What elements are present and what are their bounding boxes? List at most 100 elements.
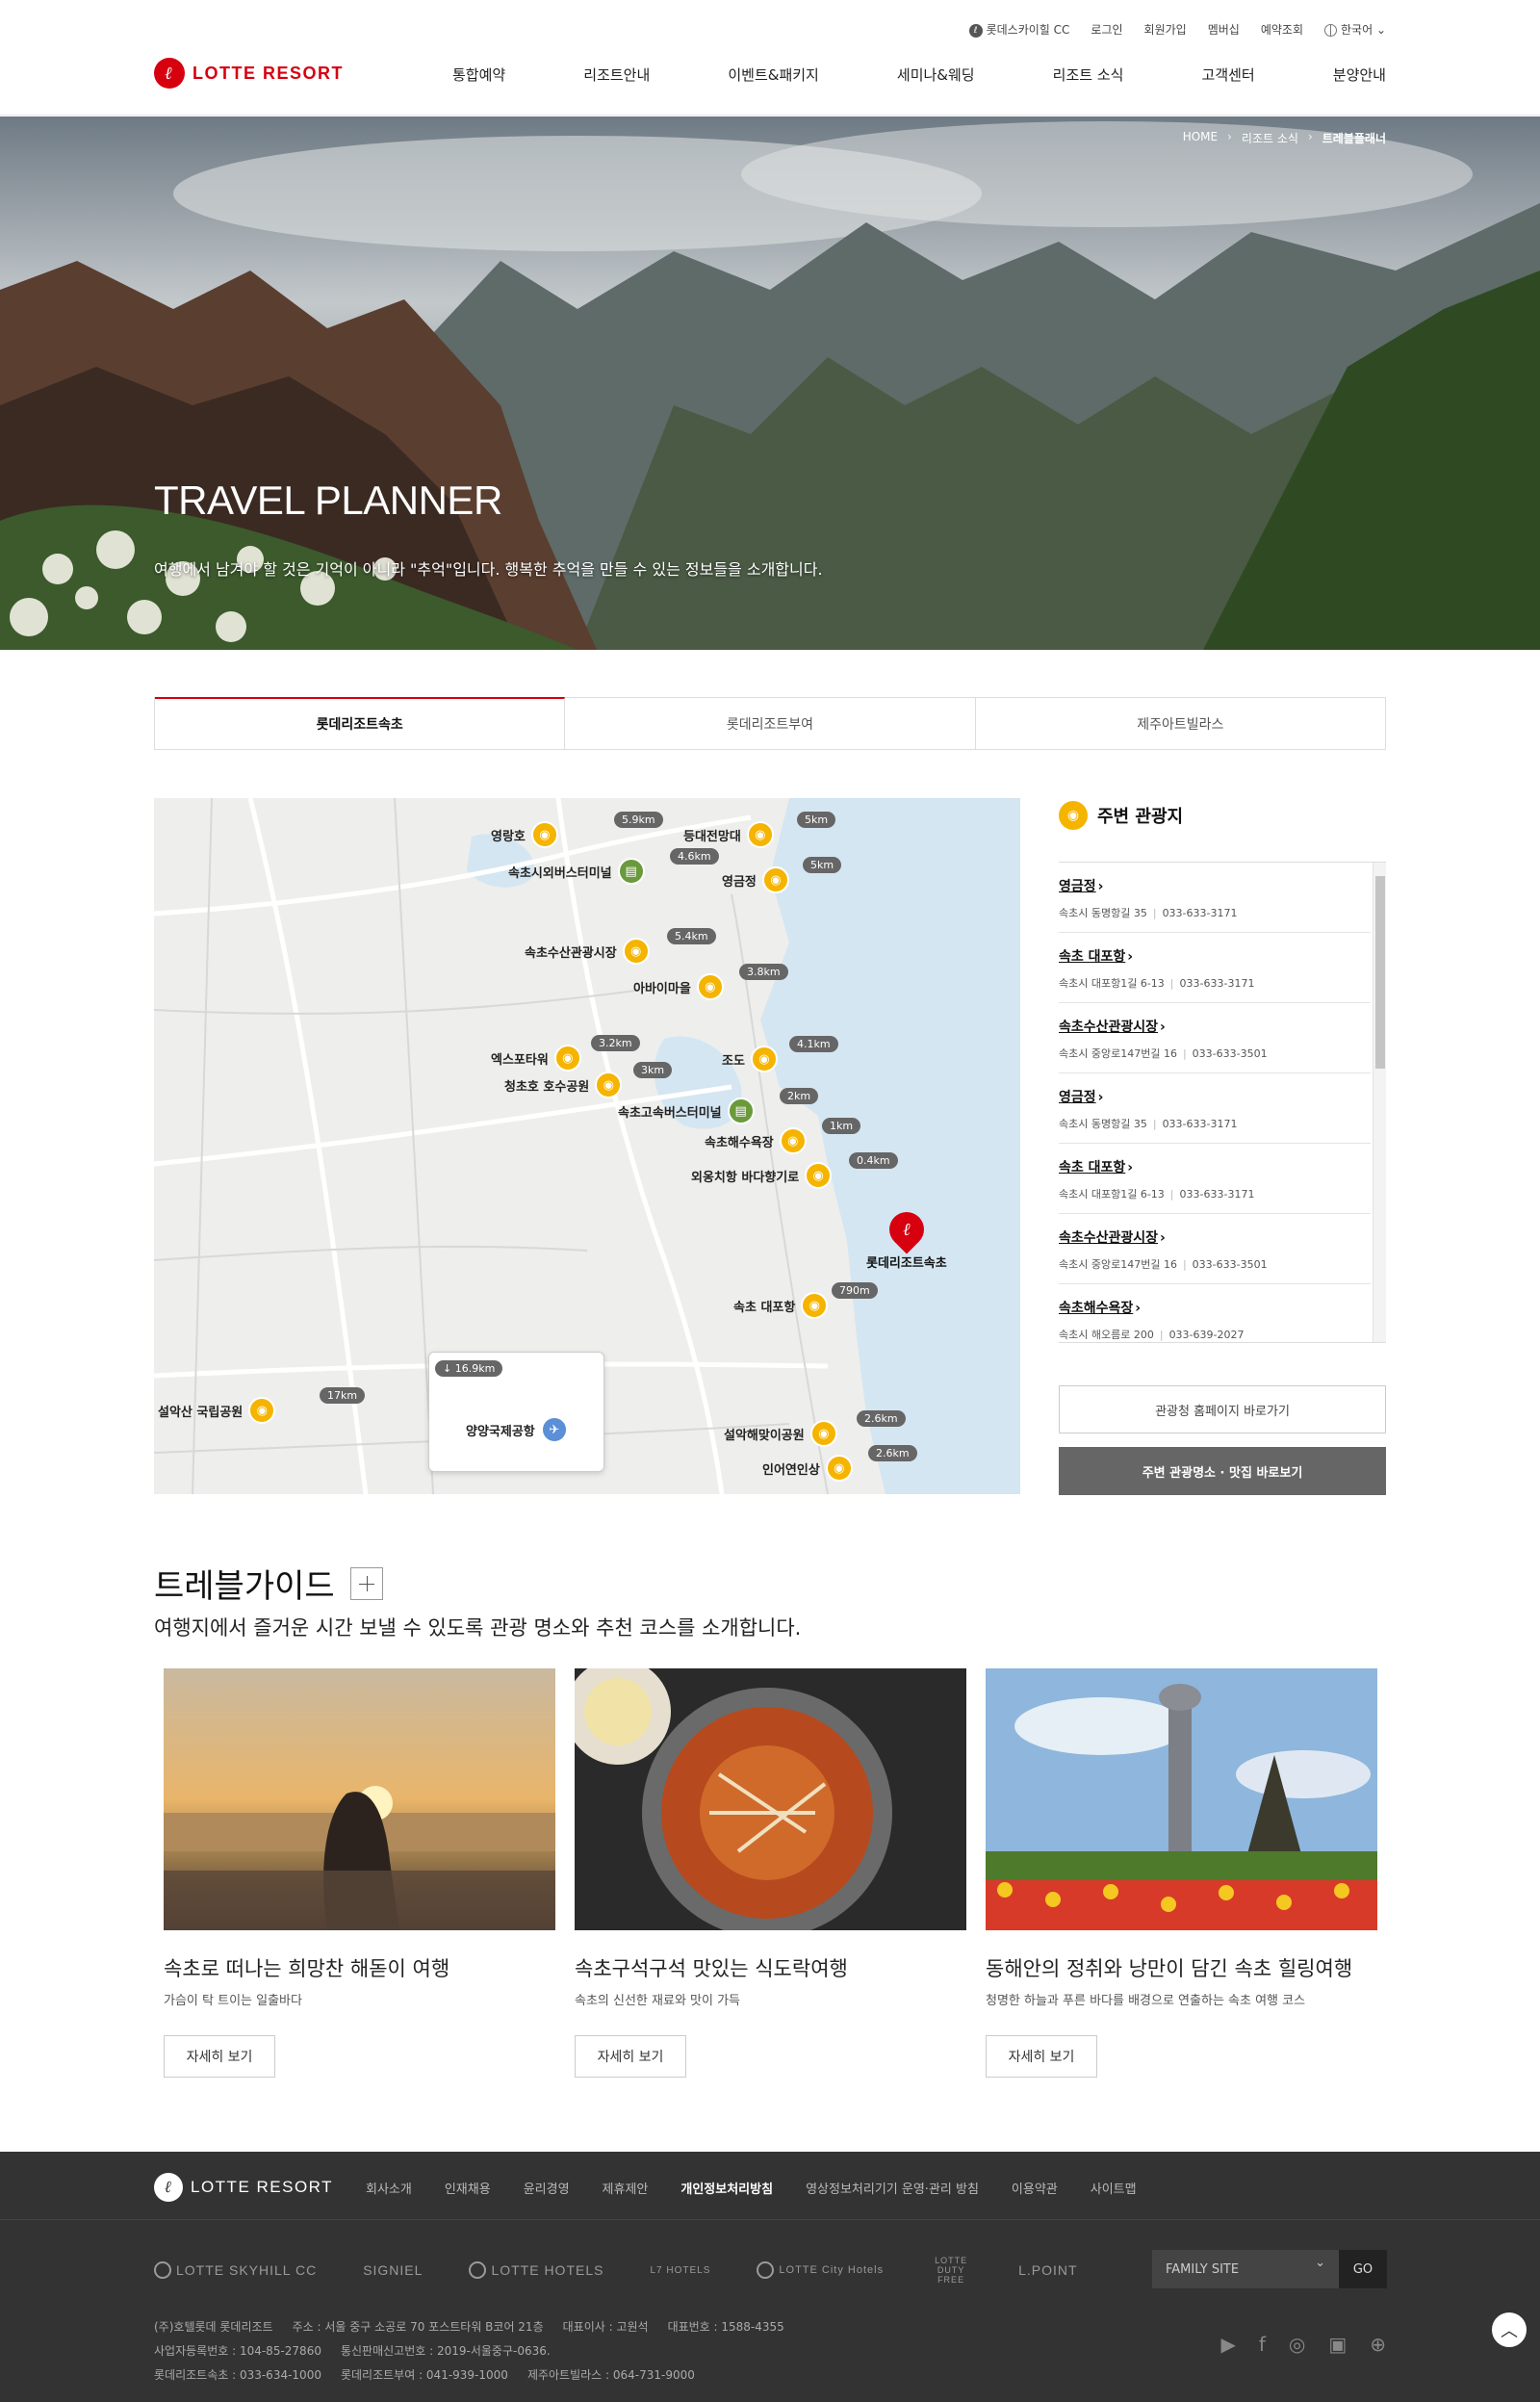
brand-skyhill[interactable]: LOTTE SKYHILL CC xyxy=(154,2261,317,2279)
footer-link-careers[interactable]: 인재채용 xyxy=(445,2179,491,2197)
resort-marker[interactable]: ℓ 롯데리조트속초 xyxy=(866,1204,947,1271)
kakao-plus-icon[interactable]: ⊕ xyxy=(1370,2333,1386,2356)
poi-daepo-port[interactable]: 속초 대포항 ◉ 790m xyxy=(733,1282,878,1319)
brand-duty-free[interactable]: LOTTE DUTY FREE xyxy=(930,2256,972,2285)
poi-cheongchoho-park[interactable]: 청초호 호수공원 ◉ 3km xyxy=(504,1062,673,1098)
area-map[interactable]: 영랑호 ◉ 5.9km 등대전망대 ◉ 5km 속초시외버스터미널 ▤ 4.6km 영금정 ◉… xyxy=(154,798,1020,1494)
attraction-name[interactable]: 속초 대포항 xyxy=(1059,946,1371,966)
brand-city-hotels[interactable]: LOTTE City Hotels xyxy=(757,2261,884,2279)
attraction-list[interactable]: 영금정속초시 동명항길 35|033-633-3171 속초 대포항속초시 대포… xyxy=(1059,862,1386,1343)
poi-abai-village[interactable]: 아바이마을 ◉ 3.8km xyxy=(633,964,788,1000)
family-site-select[interactable]: FAMILY SITE xyxy=(1152,2250,1339,2288)
poi-expo-tower[interactable]: 엑스포타워 ◉ 3.2km xyxy=(491,1035,640,1072)
list-item[interactable]: 속초수산관광시장속초시 중앙로147번길 16 | 033-633-3501 xyxy=(1059,1214,1371,1284)
attraction-name[interactable]: 속초수산관광시장 xyxy=(1059,1227,1371,1247)
camera-icon: ◉ xyxy=(805,1162,833,1189)
view-more-button[interactable]: 자세히 보기 xyxy=(575,2035,686,2078)
brand-label: SIGNIEL xyxy=(363,2262,424,2278)
nav-seminar-wedding[interactable]: 세미나&웨딩 xyxy=(897,65,975,85)
skyhill-link[interactable]: ℓ 롯데스카이힐 CC xyxy=(968,21,1070,38)
poi-sokcho-beach[interactable]: 속초해수욕장 ◉ 1km xyxy=(705,1118,861,1154)
family-site-go-button[interactable]: GO xyxy=(1339,2250,1387,2288)
poi-mermaid-statue[interactable]: 인어연인상 ◉ 2.6km xyxy=(762,1445,917,1482)
attraction-name[interactable]: 속초 대포항 xyxy=(1059,1157,1371,1176)
list-scrollbar[interactable] xyxy=(1373,863,1386,1342)
poi-yangyang-airport[interactable]: 양양국제공항 ✈ xyxy=(466,1416,568,1443)
footer-link-cctv-policy[interactable]: 영상정보처리기기 운영·관리 방침 xyxy=(806,2179,979,2197)
footer-link-privacy[interactable]: 개인정보처리방침 xyxy=(680,2179,773,2197)
attraction-name[interactable]: 속초해수욕장 xyxy=(1059,1298,1371,1317)
attraction-name[interactable]: 영금정 xyxy=(1059,1087,1371,1106)
guide-card[interactable]: 속초로 떠나는 희망찬 해돋이 여행 가슴이 탁 트이는 일출바다 자세히 보기 xyxy=(164,1668,555,2078)
skyhill-label: 롯데스카이힐 CC xyxy=(986,23,1070,37)
facebook-icon[interactable]: f xyxy=(1259,2333,1266,2356)
tab-buyeo[interactable]: 롯데리조트부여 xyxy=(565,698,976,749)
nav-events[interactable]: 이벤트&패키지 xyxy=(728,65,819,85)
tourism-homepage-button[interactable]: 관광청 홈페이지 바로가기 xyxy=(1059,1385,1386,1433)
language-select[interactable]: 한국어 ⌄ xyxy=(1324,21,1386,38)
list-item[interactable]: 영금정속초시 동명항길 35 | 033-633-3171 xyxy=(1059,1073,1371,1144)
tab-jeju[interactable]: 제주아트빌라스 xyxy=(976,698,1385,749)
nav-booking[interactable]: 통합예약 xyxy=(452,65,505,85)
footer-link-company[interactable]: 회사소개 xyxy=(366,2179,412,2197)
poi-lighthouse[interactable]: 등대전망대 ◉ 5km xyxy=(683,812,836,848)
brand-lotte-hotels[interactable]: LOTTE HOTELS xyxy=(469,2261,603,2279)
login-link[interactable]: 로그인 xyxy=(1091,21,1122,38)
list-item[interactable]: 속초 대포항속초시 대포항1길 6-13 | 033-633-3171 xyxy=(1059,933,1371,1003)
list-item[interactable]: 속초 대포항속초시 대포항1길 6-13 | 033-633-3171 xyxy=(1059,1144,1371,1214)
footer-logo[interactable]: ℓ LOTTE RESORT xyxy=(154,2173,333,2202)
poi-distance: 2km xyxy=(780,1088,819,1104)
view-more-button[interactable]: 자세히 보기 xyxy=(164,2035,275,2078)
guide-card[interactable]: 동해안의 정취와 낭만이 담긴 속초 힐링여행 청명한 하늘과 푸른 바다를 배… xyxy=(986,1668,1377,2078)
attraction-phone: 033-633-3171 xyxy=(1179,1188,1255,1201)
footer-link-terms[interactable]: 이용약관 xyxy=(1012,2179,1058,2197)
list-item[interactable]: 속초수산관광시장속초시 중앙로147번길 16 | 033-633-3501 xyxy=(1059,1003,1371,1073)
view-more-button[interactable]: 자세히 보기 xyxy=(986,2035,1097,2078)
join-link[interactable]: 회원가입 xyxy=(1144,21,1187,38)
brand-signiel[interactable]: SIGNIEL xyxy=(363,2262,423,2278)
membership-link[interactable]: 멤버십 xyxy=(1208,21,1240,38)
airport-popup[interactable]: ↓ 16.9km 양양국제공항 ✈ xyxy=(428,1352,604,1472)
brand-l7[interactable]: L7 HOTELS xyxy=(650,2265,710,2276)
breadcrumb-home[interactable]: HOME xyxy=(1183,130,1218,146)
reservation-lookup-link[interactable]: 예약조회 xyxy=(1261,21,1303,38)
list-item[interactable]: 영금정속초시 동명항길 35 | 033-633-3171 xyxy=(1059,863,1371,933)
breadcrumb-current[interactable]: 트레블플래너 xyxy=(1322,130,1386,146)
guide-card[interactable]: 속초구석구석 맛있는 식도락여행 속초의 신선한 재료와 맛이 가득 자세히 보… xyxy=(575,1668,966,2078)
list-item[interactable]: 속초해수욕장속초시 해오름로 200 | 033-639-2027 xyxy=(1059,1284,1371,1342)
poi-express-bus-terminal[interactable]: 속초고속버스터미널 ▤ 2km xyxy=(618,1088,819,1124)
plus-icon[interactable] xyxy=(349,1566,383,1600)
nav-resort-news[interactable]: 리조트 소식 xyxy=(1053,65,1124,85)
attraction-phone: 033-639-2027 xyxy=(1168,1329,1245,1341)
poi-intercity-bus-terminal[interactable]: 속초시외버스터미널 ▤ 4.6km xyxy=(508,848,719,885)
poi-fish-market[interactable]: 속초수산관광시장 ◉ 5.4km xyxy=(525,928,716,965)
poi-oeongchi-trail[interactable]: 외옹치항 바다향기로 ◉ 0.4km xyxy=(691,1152,898,1189)
footer-link-partnership[interactable]: 제휴제안 xyxy=(603,2179,649,2197)
tab-sokcho[interactable]: 롯데리조트속초 xyxy=(155,697,566,749)
instagram-icon[interactable]: ◎ xyxy=(1289,2333,1305,2356)
travel-guide-heading: 트레블가이드 xyxy=(154,1560,383,1607)
nearby-attractions-button[interactable]: 주변 관광명소 · 맛집 바로보기 xyxy=(1059,1447,1386,1495)
nav-customer-center[interactable]: 고객센터 xyxy=(1202,65,1255,85)
scrollbar-thumb[interactable] xyxy=(1375,876,1385,1069)
brand-lpoint[interactable]: L.POINT xyxy=(1018,2262,1077,2278)
site-logo[interactable]: ℓ LOTTE RESORT xyxy=(154,58,344,89)
blog-icon[interactable]: ▣ xyxy=(1328,2333,1347,2356)
poi-jodo[interactable]: 조도 ◉ 4.1km xyxy=(722,1036,838,1072)
poi-distance: 790m xyxy=(832,1282,878,1299)
attraction-name[interactable]: 영금정 xyxy=(1059,876,1371,895)
nav-sales[interactable]: 분양안내 xyxy=(1333,65,1386,85)
nav-resort-info[interactable]: 리조트안내 xyxy=(583,65,650,85)
breadcrumb-news[interactable]: 리조트 소식 xyxy=(1242,130,1298,146)
site-header: ℓ 롯데스카이힐 CC 로그인 회원가입 멤버십 예약조회 한국어 ⌄ ℓ LOT… xyxy=(0,0,1540,116)
camera-icon: ◉ xyxy=(801,1292,829,1319)
poi-yeongnangho[interactable]: 영랑호 ◉ 5.9km xyxy=(491,812,663,848)
scroll-top-button[interactable]: ︿ xyxy=(1490,2311,1528,2349)
poi-seorak-sunrise-park[interactable]: 설악해맞이공원 ◉ 2.6km xyxy=(724,1410,906,1447)
footer-link-ethics[interactable]: 윤리경영 xyxy=(524,2179,570,2197)
youtube-icon[interactable]: ▶ xyxy=(1220,2333,1235,2356)
attraction-name[interactable]: 속초수산관광시장 xyxy=(1059,1017,1371,1036)
footer-link-sitemap[interactable]: 사이트맵 xyxy=(1091,2179,1137,2197)
poi-yeonggeumjeong[interactable]: 영금정 ◉ 5km xyxy=(722,857,842,893)
poi-seoraksan-park[interactable]: 설악산 국립공원 ◉ 17km xyxy=(158,1387,366,1424)
